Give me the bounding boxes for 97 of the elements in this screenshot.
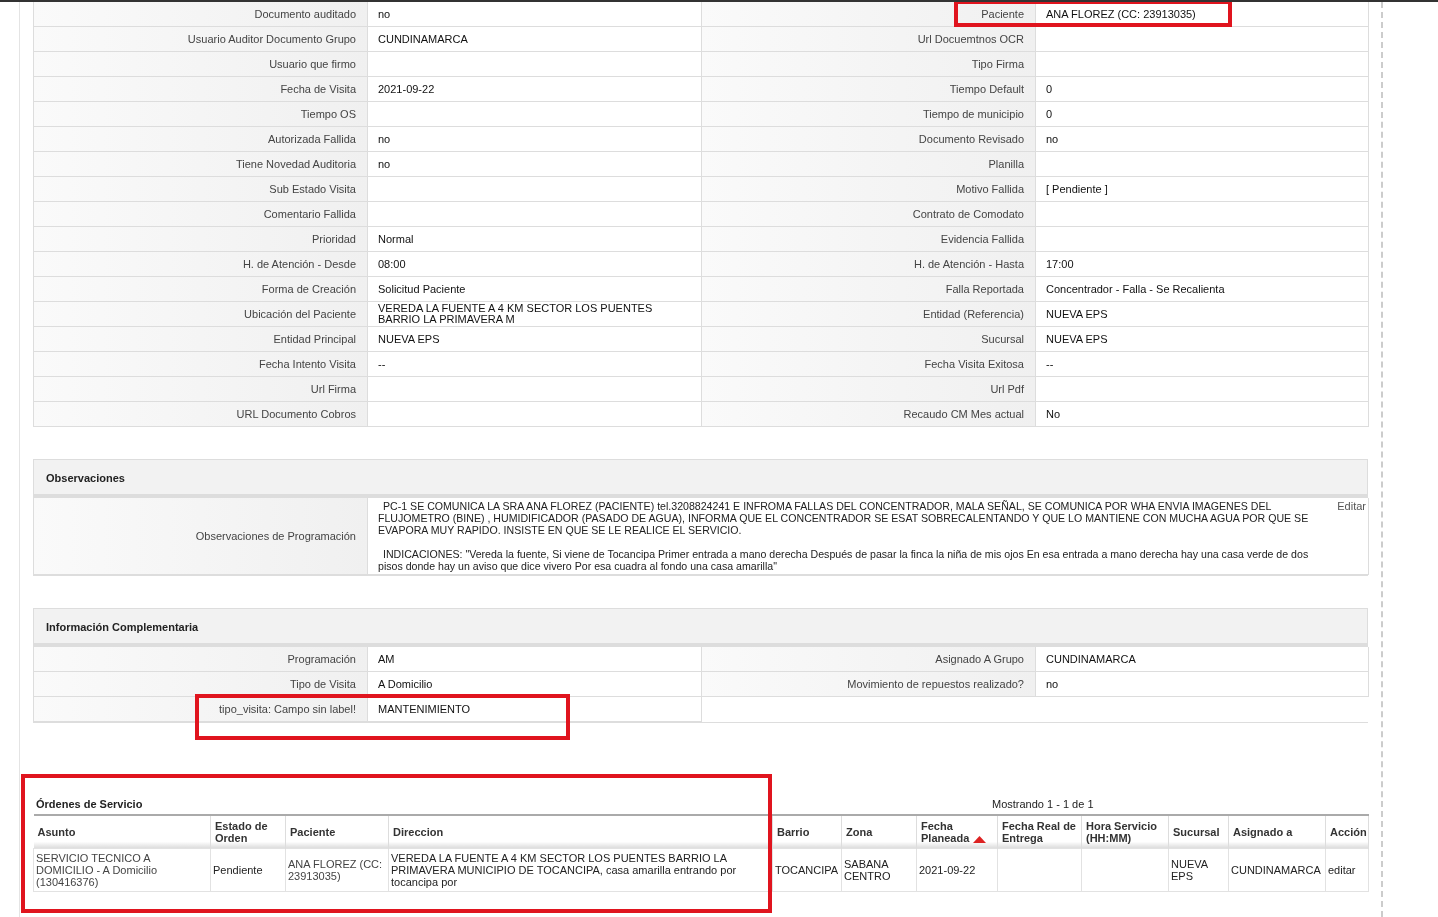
field-label: Tipo Firma [702, 52, 1036, 77]
field-label: Movimiento de repuestos realizado? [702, 672, 1036, 697]
field-value: Solicitud Paciente [378, 283, 466, 295]
field-label: Tiempo OS [34, 102, 368, 127]
column-header[interactable]: Direccion [388, 815, 773, 849]
table-cell: TOCANCIPA [775, 864, 839, 876]
field-value: no [1046, 133, 1059, 145]
table-cell: SABANA CENTRO [844, 858, 891, 882]
column-header[interactable]: Fecha Real de Entrega [997, 815, 1082, 849]
field-label: URL Documento Cobros [34, 402, 368, 427]
field-label: Sucursal [702, 327, 1036, 352]
field-value: NUEVA EPS [1046, 333, 1108, 345]
field-value: no [378, 158, 391, 170]
field-value: 08:00 [378, 258, 406, 270]
field-label: Fecha de Visita [34, 77, 368, 102]
field-label: Recaudo CM Mes actual [702, 402, 1036, 427]
field-value: AM [378, 653, 395, 665]
table-cell: 2021-09-22 [919, 864, 976, 876]
table-cell: Pendiente [213, 864, 263, 876]
field-label: Tipo de Visita [34, 672, 368, 697]
paging-info: Mostrando 1 - 1 de 1 [992, 798, 1094, 810]
field-label: Evidencia Fallida [702, 227, 1036, 252]
field-label: Sub Estado Visita [34, 177, 368, 202]
field-label: Entidad (Referencia) [702, 302, 1036, 327]
field-value: NUEVA EPS [1046, 308, 1108, 320]
field-value: no [1046, 678, 1059, 690]
field-label: Comentario Fallida [34, 202, 368, 227]
section-title: Órdenes de Servicio [36, 798, 144, 810]
table-cell: NUEVA EPS [1171, 858, 1208, 882]
sort-ascending-icon [973, 835, 987, 843]
field-label: H. de Atención - Desde [34, 252, 368, 277]
field-label: Url Docuemtnos OCR [702, 27, 1036, 52]
field-label: Paciente [702, 2, 1036, 27]
field-value: CUNDINAMARCA [378, 33, 468, 45]
field-value: CUNDINAMARCA [1046, 653, 1136, 665]
field-value: 2021-09-22 [378, 83, 435, 95]
field-label: H. de Atención - Hasta [702, 252, 1036, 277]
field-label: Fecha Visita Exitosa [702, 352, 1036, 377]
field-label: Documento auditado [34, 2, 368, 27]
column-header[interactable]: Asignado a [1228, 815, 1326, 849]
field-value: MANTENIMIENTO [378, 703, 471, 715]
field-label: Entidad Principal [34, 327, 368, 352]
field-value: VEREDA LA FUENTE A 4 KM SECTOR LOS PUENTES BARRIO LA PRIMAVERA M [378, 303, 654, 325]
column-header[interactable]: Acción [1325, 815, 1369, 849]
field-value: no [378, 133, 391, 145]
field-value: 17:00 [1046, 258, 1074, 270]
field-label: Url Pdf [702, 377, 1036, 402]
field-label: Url Firma [34, 377, 368, 402]
field-value: no [378, 8, 391, 20]
field-label: Observaciones de Programación [34, 498, 368, 575]
field-label: Tiempo Default [702, 77, 1036, 102]
field-label: Motivo Fallida [702, 177, 1036, 202]
field-label: Autorizada Fallida [34, 127, 368, 152]
field-value: [ Pendiente ] [1046, 183, 1108, 195]
section-header: Información Complementaria [33, 609, 1368, 647]
field-label: Ubicación del Paciente [34, 302, 368, 327]
field-label: Usuario que firmo [34, 52, 368, 77]
field-label: Forma de Creación [34, 277, 368, 302]
field-label: Tiempo de municipio [702, 102, 1036, 127]
field-value: NUEVA EPS [378, 333, 440, 345]
field-value: Concentrador - Falla - Se Recalienta [1046, 283, 1225, 295]
field-label: Prioridad [34, 227, 368, 252]
column-header[interactable]: Sucursal [1168, 815, 1229, 849]
column-header[interactable]: Hora Servicio (HH:MM) [1081, 815, 1169, 849]
table-cell: CUNDINAMARCA [1231, 864, 1321, 876]
field-label: Falla Reportada [702, 277, 1036, 302]
column-header[interactable]: Asunto [33, 815, 211, 849]
observation-text: PC-1 SE COMUNICA LA SRA ANA FLOREZ (PACIENTE) tel.3208824241 E INFROMA FALLAS DEL CONCENTRADOR, MALA SEÑAL, SE COMUNICA POR WHA ENVIA IMAGENES DEL FLUJOMETRO (BINE) , HUMIDIFICADOR (PASADO DE AGUA), INFORMA QUE EL CONCENTRADOR SE ESAT SOBRECALENTANDO Y QUE LO MANTIENE CON MUCHA AGUA POR QUE SE EVAPORA MUY RAPIDO. INSISTE EN QUE SE LE REALICE EL SERVICIO. [378, 500, 1310, 536]
observation-text: INDICACIONES: "Vereda la fuente, Si viene de Tocancipa Primer entrada a mano derecha Después de pasar la finca la niña de mis ojos En esa entrada a mano derecha hay una casa verde de dos pisos donde hay un aviso que dice vivero Por esa cuadra al fondo una casa amarilla" [378, 548, 1310, 572]
field-value: A Domicilio [378, 678, 433, 690]
column-header[interactable]: Paciente [285, 815, 389, 849]
table-cell: VEREDA LA FUENTE A 4 KM SECTOR LOS PUENTES BARRIO LA PRIMAVERA MUNICIPIO DE TOCANCIPA, casa amarilla entrando por tocancipa por [391, 852, 737, 888]
column-header[interactable]: Fecha Planeada [916, 815, 998, 849]
field-value: 0 [1046, 83, 1053, 95]
table-cell: ANA FLOREZ (CC: 23913035) [288, 858, 383, 882]
table-cell: SERVICIO TECNICO A DOMICILIO - A Domicilio (130416376) [36, 852, 158, 888]
field-label: Contrato de Comodato [702, 202, 1036, 227]
field-label: Planilla [702, 152, 1036, 177]
field-value: -- [378, 358, 386, 370]
field-value: -- [1046, 358, 1054, 370]
field-label: Usuario Auditor Documento Grupo [34, 27, 368, 52]
field-label: Fecha Intento Visita [34, 352, 368, 377]
field-label: tipo_visita: Campo sin label! [34, 697, 368, 722]
edit-link[interactable]: Editar [1317, 500, 1368, 572]
field-label: Documento Revisado [702, 127, 1036, 152]
field-label: Tiene Novedad Auditoria [34, 152, 368, 177]
field-label: Programación [34, 647, 368, 672]
field-value: ANA FLOREZ (CC: 23913035) [1046, 8, 1196, 20]
field-value: 0 [1046, 108, 1053, 120]
field-label: Asignado A Grupo [702, 647, 1036, 672]
field-value: No [1046, 408, 1061, 420]
column-header[interactable]: Estado de Orden [210, 815, 286, 849]
field-value: Normal [378, 233, 414, 245]
column-header[interactable]: Zona [841, 815, 917, 849]
column-header[interactable]: Barrio [772, 815, 842, 849]
section-header: Observaciones [33, 460, 1368, 498]
edit-link[interactable]: editar [1328, 864, 1356, 876]
